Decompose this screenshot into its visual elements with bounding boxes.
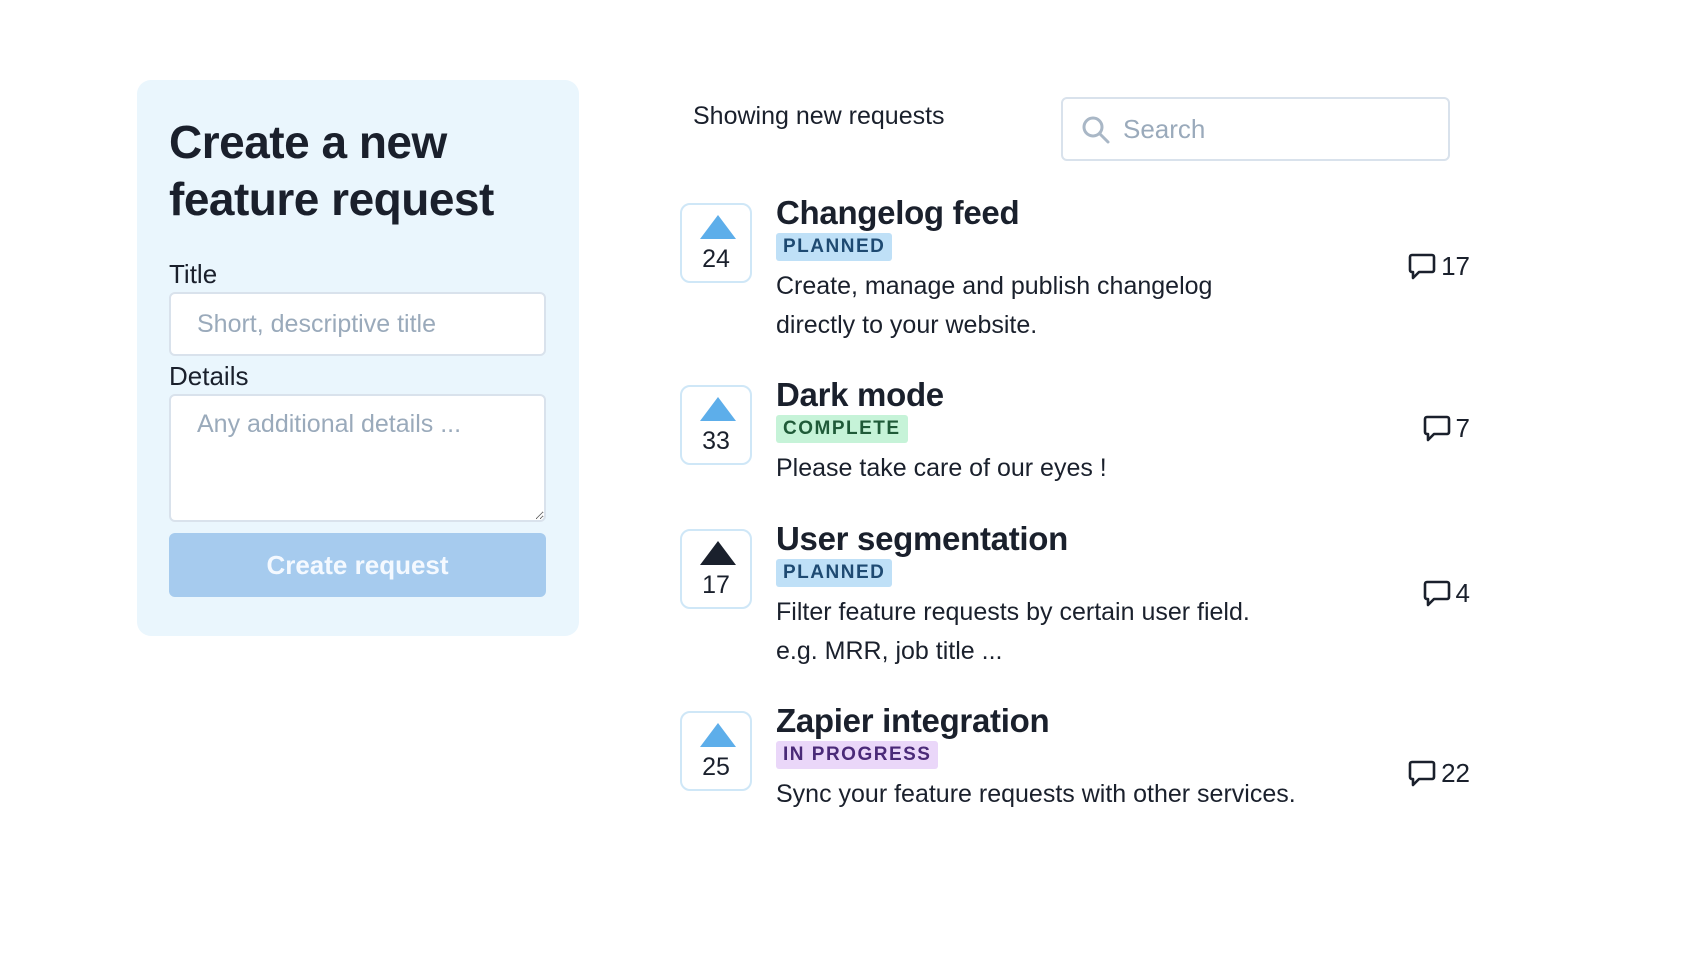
comment-icon (1423, 580, 1450, 607)
status-badge: PLANNED (776, 559, 893, 587)
upvote-arrow-icon (700, 397, 736, 421)
request-description: Sync your feature requests with other se… (776, 780, 1296, 808)
create-request-form: Create a new feature request Title Detai… (137, 80, 579, 636)
request-title[interactable]: Dark mode (776, 375, 1296, 415)
form-heading: Create a new feature request (169, 116, 494, 225)
search-box[interactable] (1061, 97, 1450, 161)
request-description: Please take care of our eyes ! (776, 454, 1107, 482)
comments-link[interactable]: 22 (1407, 757, 1470, 789)
vote-count: 24 (702, 245, 730, 273)
comment-icon (1423, 415, 1450, 442)
status-badge: IN PROGRESS (776, 741, 939, 769)
request-title[interactable]: Changelog feed (776, 193, 1296, 233)
upvote-button[interactable]: 17 (680, 529, 752, 609)
request-description: Filter feature requests by certain user … (776, 598, 1250, 665)
upvote-arrow-icon (700, 541, 736, 565)
request-description: Create, manage and publish changelog dir… (776, 272, 1213, 339)
request-title[interactable]: User segmentation (776, 519, 1296, 559)
upvote-button[interactable]: 33 (680, 385, 752, 465)
create-request-button[interactable]: Create request (169, 533, 546, 597)
vote-count: 25 (702, 753, 730, 781)
details-textarea[interactable] (169, 394, 546, 522)
feature-request-page: Create a new feature request Title Detai… (0, 0, 1703, 957)
vote-count: 33 (702, 427, 730, 455)
upvote-arrow-icon (700, 215, 736, 239)
request-body: User segmentation PLANNED Filter feature… (776, 519, 1296, 671)
comment-count: 7 (1455, 413, 1470, 443)
comments-link[interactable]: 4 (1422, 577, 1470, 609)
comments-link[interactable]: 17 (1407, 250, 1470, 282)
request-title[interactable]: Zapier integration (776, 701, 1296, 741)
upvote-arrow-icon (700, 723, 736, 747)
search-input[interactable] (1123, 99, 1433, 159)
list-filter-label: Showing new requests (693, 102, 945, 130)
comment-count: 22 (1441, 758, 1470, 788)
search-icon (1082, 116, 1110, 144)
title-label: Title (169, 259, 218, 289)
request-body: Zapier integration IN PROGRESS Sync your… (776, 701, 1296, 814)
status-badge: PLANNED (776, 233, 893, 261)
details-label: Details (169, 361, 249, 391)
upvote-button[interactable]: 25 (680, 711, 752, 791)
upvote-button[interactable]: 24 (680, 203, 752, 283)
request-body: Changelog feed PLANNED Create, manage an… (776, 193, 1296, 345)
vote-count: 17 (702, 571, 730, 599)
status-badge: COMPLETE (776, 415, 908, 443)
comment-count: 17 (1441, 251, 1470, 281)
request-body: Dark mode COMPLETE Please take care of o… (776, 375, 1296, 488)
comment-count: 4 (1455, 578, 1470, 608)
comment-icon (1408, 760, 1436, 787)
comments-link[interactable]: 7 (1422, 412, 1470, 444)
comment-icon (1408, 253, 1436, 280)
title-input[interactable] (169, 292, 546, 356)
